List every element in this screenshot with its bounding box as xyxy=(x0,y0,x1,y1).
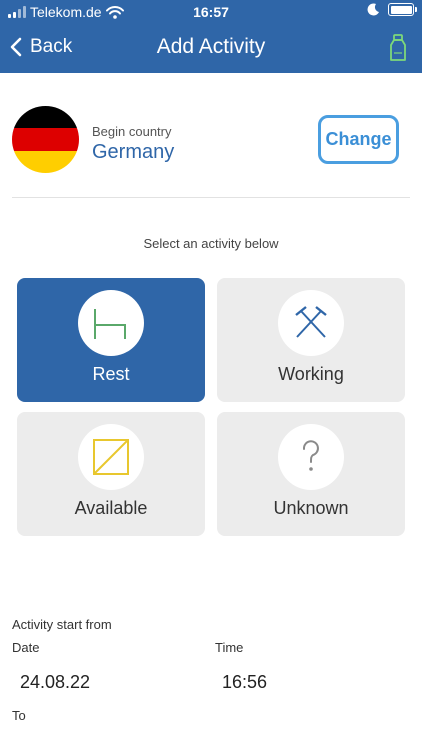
wifi-icon xyxy=(105,5,124,19)
begin-country-name: Germany xyxy=(92,141,175,163)
activity-start-heading: Activity start from xyxy=(12,617,112,632)
activity-label-available: Available xyxy=(74,498,148,518)
bottle-icon[interactable] xyxy=(388,34,408,62)
chevron-left-icon xyxy=(10,37,22,57)
date-label: Date xyxy=(12,640,40,655)
divider xyxy=(12,197,410,198)
crossed-hammers-icon xyxy=(295,306,327,338)
signal-icon xyxy=(8,6,26,18)
battery-icon xyxy=(388,3,417,16)
activity-label-rest: Rest xyxy=(92,364,130,384)
moon-icon xyxy=(367,3,379,16)
back-label: Back xyxy=(30,36,73,57)
activity-tile-available[interactable]: Available xyxy=(17,412,205,536)
bed-icon xyxy=(94,309,126,339)
top-bar: Telekom.de 16:57 Back Add Activity xyxy=(0,0,422,73)
activity-tile-unknown[interactable]: Unknown xyxy=(217,412,405,536)
start-date-field[interactable]: 24.08.22 xyxy=(20,672,90,693)
question-mark-icon xyxy=(302,440,319,471)
start-time-field[interactable]: 16:56 xyxy=(222,672,267,693)
activity-tile-working[interactable]: Working xyxy=(217,278,405,402)
germany-flag-icon xyxy=(12,106,79,173)
navigation-bar: Back Add Activity xyxy=(0,24,422,73)
status-bar: Telekom.de 16:57 xyxy=(0,0,422,24)
activity-tile-rest[interactable]: Rest xyxy=(17,278,205,402)
select-activity-prompt: Select an activity below xyxy=(143,236,279,251)
status-left: Telekom.de xyxy=(8,4,124,20)
back-button[interactable]: Back xyxy=(10,36,72,58)
begin-country-label: Begin country xyxy=(92,124,172,139)
status-right xyxy=(367,3,417,16)
activity-label-working: Working xyxy=(278,364,344,384)
carrier-name: Telekom.de xyxy=(30,4,102,20)
time-label: Time xyxy=(215,640,244,655)
activity-label-unknown: Unknown xyxy=(273,498,349,518)
to-label: To xyxy=(12,708,26,723)
change-country-button[interactable]: Change xyxy=(318,115,399,164)
available-box-icon xyxy=(93,439,129,475)
